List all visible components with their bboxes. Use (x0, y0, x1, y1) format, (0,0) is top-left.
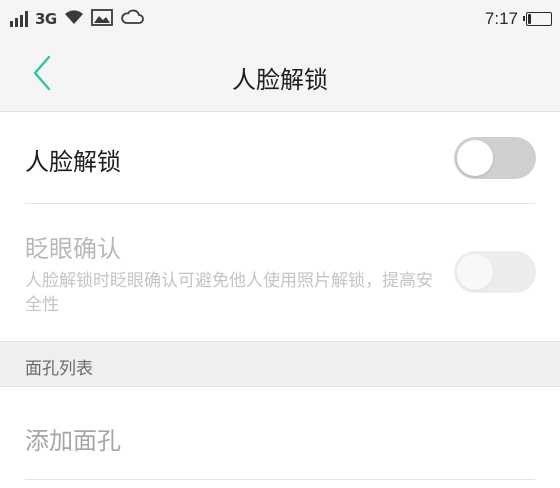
divider (25, 203, 535, 204)
wifi-icon (64, 9, 84, 29)
divider (25, 479, 535, 480)
blink-confirm-label: 眨眼确认 (25, 235, 121, 263)
toggle-knob (457, 254, 493, 290)
blink-confirm-description: 人脸解锁时眨眼确认可避免他人使用照片解锁，提高安全性 (25, 271, 433, 315)
image-icon (90, 8, 113, 30)
face-unlock-toggle[interactable] (454, 137, 536, 179)
face-list-section-header: 面孔列表 (0, 341, 560, 387)
blink-confirm-row: 眨眼确认 人脸解锁时眨眼确认可避免他人使用照片解锁，提高安全性 (0, 205, 560, 341)
app-header: 人脸解锁 (0, 38, 560, 112)
network-type: 3G (35, 10, 57, 28)
toggle-knob (457, 140, 493, 176)
add-face-row[interactable]: 添加面孔 (0, 388, 560, 480)
signal-icon (10, 11, 28, 27)
cloud-icon (120, 9, 144, 29)
section-title: 面孔列表 (25, 359, 93, 379)
page-title: 人脸解锁 (232, 66, 328, 94)
status-right-group: 7:17 (485, 8, 552, 30)
blink-confirm-toggle[interactable] (454, 251, 536, 293)
face-unlock-row: 人脸解锁 (0, 112, 560, 204)
battery-level (528, 14, 531, 24)
status-bar: 3G 7:17 (0, 0, 560, 38)
status-left-group: 3G (10, 8, 144, 30)
add-face-label: 添加面孔 (25, 427, 121, 455)
status-time: 7:17 (484, 9, 518, 28)
battery-icon (523, 12, 552, 26)
face-unlock-label: 人脸解锁 (25, 148, 121, 176)
